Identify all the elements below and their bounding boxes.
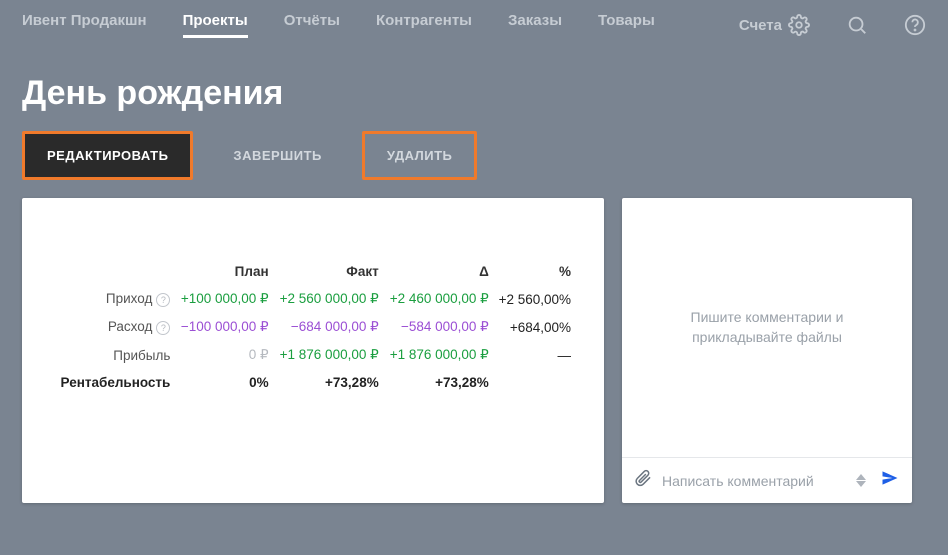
- expense-percent: +684,00%: [492, 313, 574, 341]
- comment-input-row: [622, 457, 912, 503]
- expense-delta: −584 000,00 ₽: [382, 313, 492, 341]
- top-nav: Ивент Продакшн Проекты Отчёты Контрагент…: [0, 0, 948, 46]
- highlight-delete: УДАЛИТЬ: [362, 131, 478, 180]
- row-margin: Рентабельность 0% +73,28% +73,28%: [52, 369, 574, 396]
- finish-button[interactable]: ЗАВЕРШИТЬ: [211, 131, 343, 180]
- help-icon[interactable]: [904, 14, 926, 36]
- col-plan: План: [173, 258, 271, 285]
- highlight-edit: РЕДАКТИРОВАТЬ: [22, 131, 193, 180]
- profit-plan: 0 ₽: [173, 341, 271, 369]
- income-plan: +100 000,00 ₽: [173, 285, 271, 313]
- chevron-down-icon[interactable]: [856, 481, 866, 487]
- nav-item-accounts[interactable]: Счета: [739, 17, 782, 34]
- delete-button[interactable]: УДАЛИТЬ: [365, 134, 475, 177]
- row-expense-label: Расход: [108, 319, 153, 334]
- row-expense: Расход? −100 000,00 ₽ −684 000,00 ₽ −584…: [52, 313, 574, 341]
- chevron-up-icon[interactable]: [856, 474, 866, 480]
- col-fact: Факт: [272, 258, 382, 285]
- nav-item-projects[interactable]: Проекты: [183, 12, 248, 38]
- nav-item-reports[interactable]: Отчёты: [284, 12, 340, 38]
- comments-panel: Пишите комментарии и прикладывайте файлы: [622, 198, 912, 503]
- info-icon[interactable]: ?: [156, 321, 170, 335]
- profit-fact: +1 876 000,00 ₽: [272, 341, 382, 369]
- margin-plan: 0%: [173, 369, 271, 396]
- expense-plan: −100 000,00 ₽: [173, 313, 271, 341]
- income-fact: +2 560 000,00 ₽: [272, 285, 382, 313]
- search-icon[interactable]: [846, 14, 868, 36]
- action-bar: РЕДАКТИРОВАТЬ ЗАВЕРШИТЬ УДАЛИТЬ: [0, 131, 948, 198]
- income-percent: +2 560,00%: [492, 285, 574, 313]
- income-delta: +2 460 000,00 ₽: [382, 285, 492, 313]
- row-margin-label: Рентабельность: [52, 369, 173, 396]
- nav-item-company[interactable]: Ивент Продакшн: [22, 12, 147, 38]
- comment-input[interactable]: [662, 473, 846, 489]
- margin-percent: [492, 369, 574, 396]
- paperclip-icon[interactable]: [634, 469, 652, 492]
- col-delta: Δ: [382, 258, 492, 285]
- finance-panel: План Факт Δ % Приход? +100 000,00 ₽ +2 5…: [22, 198, 604, 503]
- nav-item-orders[interactable]: Заказы: [508, 12, 562, 38]
- row-profit-label: Прибыль: [52, 341, 173, 369]
- send-icon[interactable]: [880, 468, 900, 493]
- gear-icon[interactable]: [788, 14, 810, 36]
- col-percent: %: [492, 258, 574, 285]
- nav-item-contractors[interactable]: Контрагенты: [376, 12, 472, 38]
- comment-stepper[interactable]: [856, 474, 870, 487]
- page-title: День рождения: [0, 46, 948, 131]
- margin-delta: +73,28%: [382, 369, 492, 396]
- comments-placeholder: Пишите комментарии и прикладывайте файлы: [622, 198, 912, 457]
- info-icon[interactable]: ?: [156, 293, 170, 307]
- row-profit: Прибыль 0 ₽ +1 876 000,00 ₽ +1 876 000,0…: [52, 341, 574, 369]
- profit-percent: —: [492, 341, 574, 369]
- profit-delta: +1 876 000,00 ₽: [382, 341, 492, 369]
- row-income: Приход? +100 000,00 ₽ +2 560 000,00 ₽ +2…: [52, 285, 574, 313]
- margin-fact: +73,28%: [272, 369, 382, 396]
- edit-button[interactable]: РЕДАКТИРОВАТЬ: [25, 134, 190, 177]
- row-income-label: Приход: [106, 291, 152, 306]
- expense-fact: −684 000,00 ₽: [272, 313, 382, 341]
- nav-item-goods[interactable]: Товары: [598, 12, 655, 38]
- finance-table: План Факт Δ % Приход? +100 000,00 ₽ +2 5…: [52, 258, 574, 396]
